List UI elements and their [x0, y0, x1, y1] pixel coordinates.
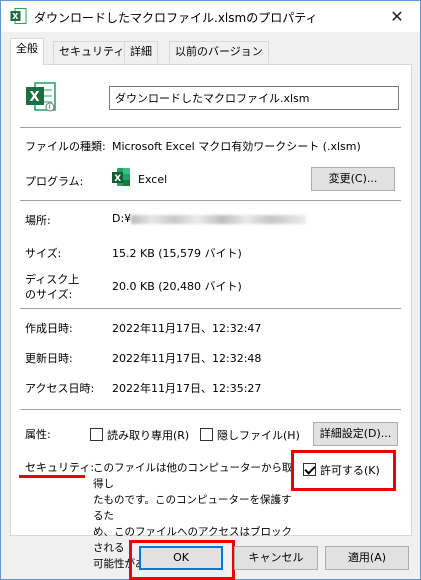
excel-file-icon: X	[10, 8, 27, 28]
modified-label: 更新日時:	[25, 352, 73, 365]
accessed-label: アクセス日時:	[25, 382, 95, 395]
program-label: プログラム:	[25, 175, 84, 188]
change-button[interactable]: 変更(C)...	[311, 167, 395, 191]
title-bar: X ダウンロードしたマクロファイル.xlsmのプロパティ ✕	[1, 1, 420, 32]
security-label-underline	[19, 475, 85, 478]
readonly-checkbox[interactable]	[90, 428, 103, 441]
disk-size-label-line1: ディスク上	[25, 273, 80, 286]
svg-text:X: X	[114, 174, 121, 184]
unblock-highlight	[291, 450, 396, 491]
svg-text:X: X	[12, 12, 19, 21]
modified-value: 2022年11月17日、12:32:48	[112, 352, 262, 365]
created-label: 作成日時:	[25, 322, 73, 335]
cancel-button[interactable]: キャンセル	[234, 546, 318, 570]
size-value: 15.2 KB (15,579 バイト)	[112, 247, 242, 260]
close-button[interactable]: ✕	[374, 1, 420, 32]
readonly-label[interactable]: 読み取り専用(R)	[107, 427, 189, 443]
divider	[20, 409, 401, 410]
disk-size-label-line2: のサイズ:	[25, 288, 73, 301]
attributes-label: 属性:	[25, 428, 51, 441]
disk-size-value: 20.0 KB (20,480 バイト)	[112, 280, 242, 293]
hidden-checkbox[interactable]	[200, 428, 213, 441]
redacted-path	[131, 215, 306, 224]
hidden-label[interactable]: 隠しファイル(H)	[217, 427, 300, 443]
security-label: セキュリティ:	[25, 461, 95, 474]
program-value: Excel	[138, 173, 168, 186]
tab-general[interactable]: 全般	[10, 38, 44, 65]
excel-app-icon: X	[111, 167, 131, 190]
accessed-value: 2022年11月17日、12:35:27	[112, 382, 262, 395]
location-label: 場所:	[25, 214, 51, 227]
excel-macro-file-icon: X !	[25, 81, 57, 116]
properties-dialog: X ダウンロードしたマクロファイル.xlsmのプロパティ ✕ 全般 セキュリティ…	[0, 0, 421, 580]
file-type-label: ファイルの種類:	[25, 140, 106, 153]
tab-previous-versions[interactable]: 以前のバージョン	[169, 41, 269, 63]
file-name-input[interactable]: ダウンロードしたマクロファイル.xlsm	[109, 86, 399, 110]
svg-text:!: !	[48, 104, 51, 112]
size-label: サイズ:	[25, 247, 62, 260]
apply-button[interactable]: 適用(A)	[325, 546, 409, 570]
ok-highlight	[129, 540, 235, 580]
tab-details[interactable]: 詳細	[124, 41, 158, 63]
divider	[20, 200, 401, 201]
file-type-value: Microsoft Excel マクロ有効ワークシート (.xlsm)	[112, 140, 361, 153]
divider	[20, 308, 401, 309]
divider	[20, 127, 401, 128]
window-title: ダウンロードしたマクロファイル.xlsmのプロパティ	[34, 11, 318, 25]
tab-security[interactable]: セキュリティ	[53, 41, 131, 63]
close-icon: ✕	[390, 7, 404, 26]
security-message-line: たものです。このコンピューターを保護するた	[93, 494, 292, 522]
advanced-button[interactable]: 詳細設定(D)...	[313, 422, 398, 446]
svg-text:X: X	[30, 90, 40, 105]
security-message-line: このファイルは他のコンピューターから取得し	[93, 462, 293, 490]
created-value: 2022年11月17日、12:32:47	[112, 322, 262, 335]
location-value: D:¥	[112, 212, 132, 225]
